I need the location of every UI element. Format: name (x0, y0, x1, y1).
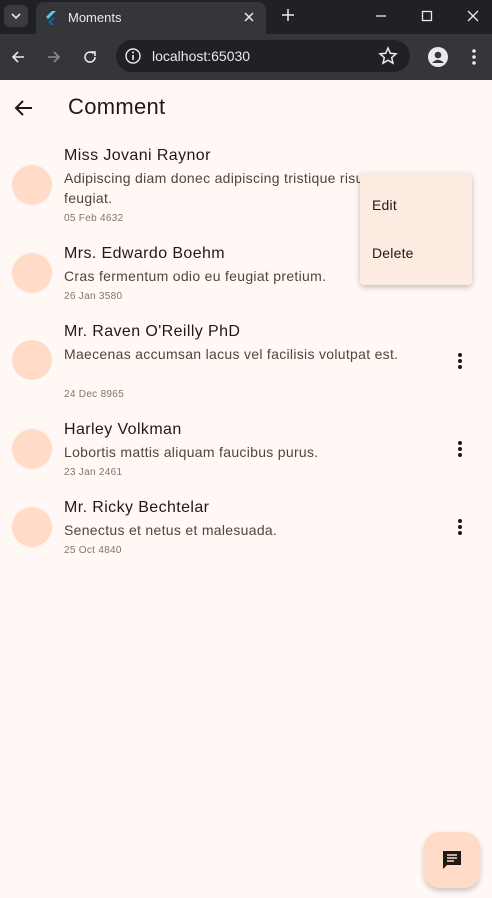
delete-menu-item[interactable]: Delete (372, 245, 414, 261)
avatar (12, 429, 52, 469)
comment-popup-menu: Edit Delete (360, 173, 472, 285)
avatar (12, 340, 52, 380)
add-comment-fab[interactable] (424, 832, 480, 888)
address-bar[interactable]: localhost:65030 (116, 40, 410, 72)
tab-search-button[interactable] (4, 5, 28, 27)
avatar (12, 507, 52, 547)
flutter-icon (46, 11, 56, 25)
back-nav-button[interactable] (7, 46, 29, 68)
browser-toolbar: localhost:65030 (0, 34, 492, 80)
browser-menu-button[interactable] (463, 46, 485, 68)
comment-icon (443, 851, 461, 869)
comment-menu-button[interactable] (450, 349, 470, 373)
comment-author: Mr. Raven O'Reilly PhD (64, 323, 241, 340)
tab-close-button[interactable] (240, 8, 258, 26)
comment-date: 24 Dec 8965 (64, 389, 125, 400)
info-icon (125, 48, 141, 64)
minimize-button[interactable] (370, 5, 392, 27)
close-icon (244, 12, 254, 22)
comment-author: Mrs. Edwardo Boehm (64, 245, 226, 262)
plus-icon (282, 9, 294, 21)
comment-text: Senectus et netus et malesuada. (64, 522, 278, 538)
close-icon (467, 10, 479, 22)
new-tab-button[interactable] (278, 5, 298, 25)
minimize-icon (376, 15, 386, 17)
comment-menu-button[interactable] (450, 515, 470, 539)
avatar (12, 165, 52, 205)
arrow-right-icon (48, 51, 61, 63)
more-vert-icon (472, 49, 476, 65)
edit-menu-item[interactable]: Edit (372, 197, 397, 213)
arrow-back-icon[interactable] (12, 96, 36, 120)
tab-title: Moments (68, 10, 122, 25)
reload-button[interactable] (79, 46, 101, 68)
reload-icon (84, 51, 96, 63)
comment-menu-button[interactable] (450, 437, 470, 461)
app-bar: Comment (0, 80, 492, 136)
comment-date: 05 Feb 4632 (64, 213, 124, 224)
comment-author: Mr. Ricky Bechtelar (64, 499, 210, 516)
more-vert-icon (458, 519, 462, 535)
star-icon[interactable] (378, 46, 398, 66)
forward-nav-button[interactable] (43, 46, 65, 68)
profile-button[interactable] (427, 46, 449, 68)
maximize-icon (421, 10, 433, 22)
more-vert-icon (458, 353, 462, 369)
chevron-down-icon (11, 13, 21, 20)
arrow-left-icon (11, 51, 24, 63)
maximize-button[interactable] (416, 5, 438, 27)
url-text: localhost:65030 (152, 48, 251, 64)
comment-date: 25 Oct 4840 (64, 545, 122, 556)
comment-author: Miss Jovani Raynor (64, 147, 211, 164)
more-vert-icon (458, 441, 462, 457)
window-close-button[interactable] (462, 5, 484, 27)
browser-tabstrip: Moments (0, 0, 492, 34)
comment-text: Lobortis mattis aliquam faucibus purus. (64, 444, 319, 460)
comment-date: 26 Jan 3580 (64, 291, 123, 302)
comment-author: Harley Volkman (64, 421, 182, 438)
avatar (12, 253, 52, 293)
page-title: Comment (68, 94, 166, 119)
browser-tab[interactable]: Moments (36, 2, 266, 34)
comment-text: Maecenas accumsan lacus vel facilisis vo… (64, 346, 399, 362)
profile-icon (428, 47, 448, 67)
comment-date: 23 Jan 2461 (64, 467, 123, 478)
